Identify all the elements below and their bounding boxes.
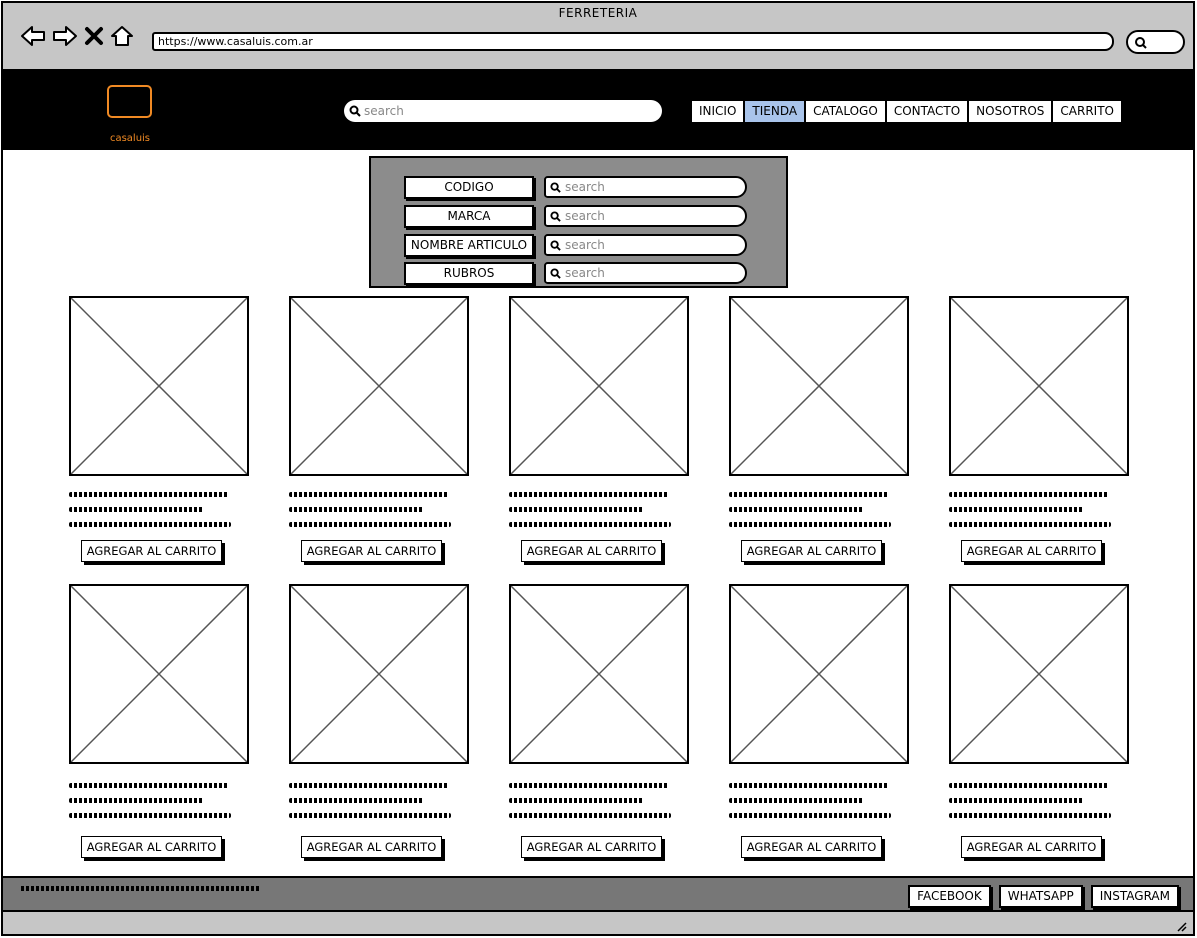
site-header: casaluis search INICIO TIENDA CATALOGO C… bbox=[3, 71, 1193, 150]
product-image-placeholder[interactable] bbox=[509, 296, 689, 476]
nav-item-carrito[interactable]: CARRITO bbox=[1052, 100, 1122, 123]
product-description-placeholder bbox=[509, 492, 684, 537]
header-search-input[interactable]: search bbox=[344, 100, 662, 122]
product-image-placeholder[interactable] bbox=[289, 584, 469, 764]
status-bar bbox=[3, 912, 1193, 934]
search-icon bbox=[1135, 37, 1147, 49]
product-image-placeholder[interactable] bbox=[949, 296, 1129, 476]
search-icon bbox=[550, 268, 561, 279]
nav-item-tienda[interactable]: TIENDA bbox=[744, 100, 806, 123]
product-image-placeholder[interactable] bbox=[69, 584, 249, 764]
filter-row-marca: MARCA search bbox=[404, 204, 747, 228]
close-icon[interactable] bbox=[84, 26, 104, 46]
add-to-cart-button[interactable]: AGREGAR AL CARRITO bbox=[521, 836, 662, 858]
product-description-placeholder bbox=[949, 783, 1124, 828]
product-description-placeholder bbox=[509, 783, 684, 828]
browser-chrome: FERRETERIA https://www.casaluis.com.ar bbox=[3, 3, 1193, 71]
browser-search-button[interactable] bbox=[1126, 30, 1185, 54]
filter-row-codigo: CODIGO search bbox=[404, 175, 747, 199]
product-description-placeholder bbox=[729, 492, 904, 537]
product-image-placeholder[interactable] bbox=[289, 296, 469, 476]
search-icon bbox=[550, 240, 561, 251]
add-to-cart-button[interactable]: AGREGAR AL CARRITO bbox=[961, 540, 1102, 562]
logo[interactable] bbox=[107, 85, 152, 118]
search-icon bbox=[550, 182, 561, 193]
add-to-cart-button[interactable]: AGREGAR AL CARRITO bbox=[741, 540, 882, 562]
product-description-placeholder bbox=[729, 783, 904, 828]
logo-text: casaluis bbox=[109, 133, 151, 144]
product-description-placeholder bbox=[289, 783, 464, 828]
add-to-cart-button[interactable]: AGREGAR AL CARRITO bbox=[301, 540, 442, 562]
add-to-cart-button[interactable]: AGREGAR AL CARRITO bbox=[741, 836, 882, 858]
add-to-cart-button[interactable]: AGREGAR AL CARRITO bbox=[961, 836, 1102, 858]
footer-text-placeholder bbox=[21, 886, 259, 891]
filter-nombre-articulo-placeholder: search bbox=[565, 238, 605, 252]
filter-row-rubros: RUBROS search bbox=[404, 261, 747, 285]
product-description-placeholder bbox=[949, 492, 1124, 537]
header-search-placeholder: search bbox=[364, 104, 404, 118]
product-image-placeholder[interactable] bbox=[729, 584, 909, 764]
whatsapp-link[interactable]: WHATSAPP bbox=[998, 885, 1083, 908]
product-image-placeholder[interactable] bbox=[509, 584, 689, 764]
search-icon bbox=[550, 211, 561, 222]
filter-codigo-button[interactable]: CODIGO bbox=[404, 175, 534, 199]
filter-codigo-placeholder: search bbox=[565, 180, 605, 194]
product-image-placeholder[interactable] bbox=[69, 296, 249, 476]
site-footer: FACEBOOK WHATSAPP INSTAGRAM bbox=[3, 876, 1193, 912]
window-title: FERRETERIA bbox=[558, 6, 638, 20]
nav-item-catalogo[interactable]: CATALOGO bbox=[805, 100, 886, 123]
filter-rubros-input[interactable]: search bbox=[544, 262, 747, 284]
filter-nombre-articulo-button[interactable]: NOMBRE ARTICULO bbox=[404, 233, 534, 257]
nav-item-inicio[interactable]: INICIO bbox=[691, 100, 745, 123]
product-image-placeholder[interactable] bbox=[729, 296, 909, 476]
nav-item-nosotros[interactable]: NOSOTROS bbox=[968, 100, 1053, 123]
product-description-placeholder bbox=[69, 783, 244, 828]
footer-links: FACEBOOK WHATSAPP INSTAGRAM bbox=[908, 885, 1179, 908]
add-to-cart-button[interactable]: AGREGAR AL CARRITO bbox=[81, 836, 222, 858]
browser-nav-icons bbox=[20, 25, 134, 47]
facebook-link[interactable]: FACEBOOK bbox=[908, 885, 991, 908]
instagram-link[interactable]: INSTAGRAM bbox=[1090, 885, 1179, 908]
filter-row-nombre-articulo: NOMBRE ARTICULO search bbox=[404, 233, 747, 257]
filter-rubros-button[interactable]: RUBROS bbox=[404, 261, 534, 285]
resize-grip-icon[interactable] bbox=[1175, 920, 1187, 932]
product-description-placeholder bbox=[69, 492, 244, 537]
filter-rubros-placeholder: search bbox=[565, 266, 605, 280]
home-icon[interactable] bbox=[110, 25, 134, 47]
nav-item-contacto[interactable]: CONTACTO bbox=[885, 100, 969, 123]
search-icon bbox=[349, 105, 361, 117]
product-image-placeholder[interactable] bbox=[949, 584, 1129, 764]
product-description-placeholder bbox=[289, 492, 464, 537]
url-bar[interactable]: https://www.casaluis.com.ar bbox=[152, 32, 1114, 51]
filter-codigo-input[interactable]: search bbox=[544, 176, 747, 198]
filter-marca-input[interactable]: search bbox=[544, 205, 747, 227]
main-nav: INICIO TIENDA CATALOGO CONTACTO NOSOTROS… bbox=[691, 100, 1122, 123]
filter-marca-button[interactable]: MARCA bbox=[404, 204, 534, 228]
add-to-cart-button[interactable]: AGREGAR AL CARRITO bbox=[301, 836, 442, 858]
filter-marca-placeholder: search bbox=[565, 209, 605, 223]
forward-arrow-icon[interactable] bbox=[52, 25, 78, 47]
back-arrow-icon[interactable] bbox=[20, 25, 46, 47]
browser-window: FERRETERIA https://www.casaluis.com.ar c… bbox=[1, 1, 1195, 936]
add-to-cart-button[interactable]: AGREGAR AL CARRITO bbox=[81, 540, 222, 562]
add-to-cart-button[interactable]: AGREGAR AL CARRITO bbox=[521, 540, 662, 562]
filter-panel: CODIGO search MARCA search NOMBRE ARTICU… bbox=[369, 156, 788, 288]
filter-nombre-articulo-input[interactable]: search bbox=[544, 234, 747, 256]
